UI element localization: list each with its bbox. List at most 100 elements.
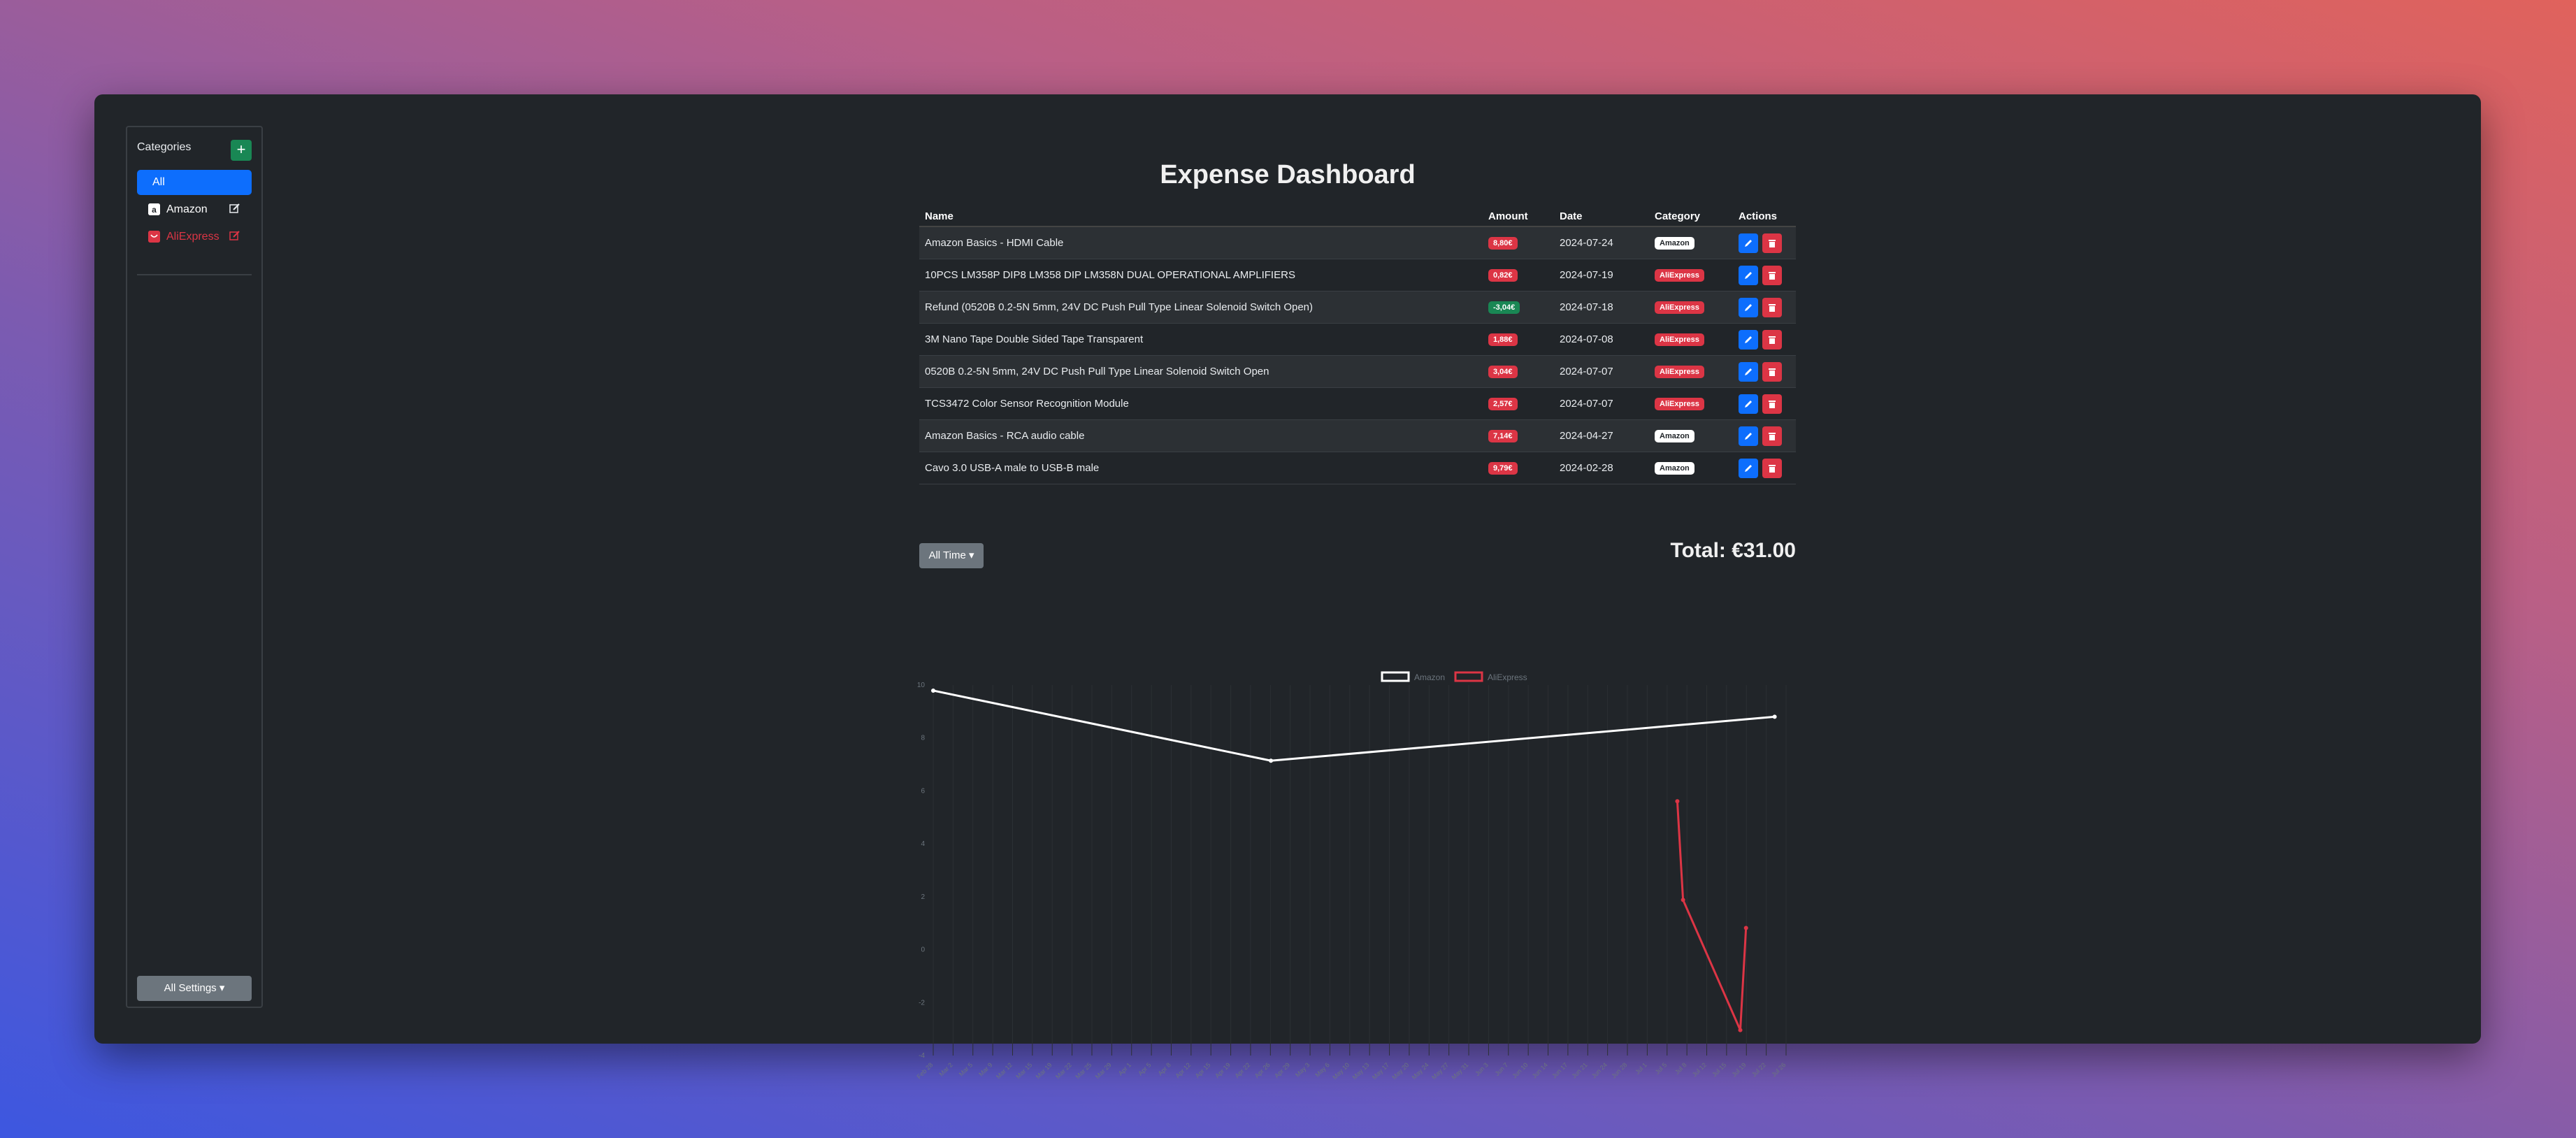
pencil-icon	[1745, 368, 1752, 375]
delete-expense-button[interactable]	[1762, 329, 1782, 350]
table-row: 0520B 0.2-5N 5mm, 24V DC Push Pull Type …	[919, 355, 1796, 388]
category-badge: AliExpress	[1655, 333, 1704, 346]
pencil-icon	[1745, 336, 1752, 343]
edit-expense-button[interactable]	[1739, 361, 1758, 382]
table-row: 10PCS LM358P DIP8 LM358 DIP LM358N DUAL …	[919, 259, 1796, 291]
pencil-icon	[1745, 432, 1752, 440]
table-row: 3M Nano Tape Double Sided Tape Transpare…	[919, 323, 1796, 356]
expense-name: 10PCS LM358P DIP8 LM358 DIP LM358N DUAL …	[919, 259, 1483, 291]
series-line	[1676, 801, 1748, 1031]
expense-actions	[1733, 355, 1796, 388]
edit-expense-button[interactable]	[1739, 329, 1758, 350]
x-tick-label: Apr 22	[1234, 1061, 1252, 1079]
x-tick-label: May 6	[1314, 1061, 1330, 1078]
x-tick-label: May 20	[1390, 1061, 1410, 1081]
expense-name: Cavo 3.0 USB-A male to USB-B male	[919, 452, 1483, 484]
sidebar-item-label: Amazon	[166, 203, 208, 215]
edit-expense-button[interactable]	[1739, 233, 1758, 253]
expense-category: AliExpress	[1649, 259, 1733, 291]
table-row: TCS3472 Color Sensor Recognition Module …	[919, 387, 1796, 420]
x-tick-label: Apr 26	[1253, 1061, 1272, 1079]
svg-text:a: a	[152, 205, 157, 215]
expense-amount: -3,04€	[1483, 291, 1554, 324]
x-tick-label: Jul 1	[1634, 1061, 1648, 1076]
edit-expense-button[interactable]	[1739, 426, 1758, 446]
x-tick-label: Mar 15	[1014, 1061, 1033, 1080]
time-range-dropdown[interactable]: All Time ▾	[919, 543, 984, 568]
trash-icon	[1769, 271, 1776, 280]
column-header-category: Category	[1649, 206, 1733, 227]
legend-label: AliExpress	[1488, 672, 1527, 682]
delete-expense-button[interactable]	[1762, 233, 1782, 253]
expense-actions	[1733, 452, 1796, 484]
x-tick-label: Mar 19	[1035, 1061, 1053, 1080]
x-tick-label: Jun 14	[1531, 1061, 1549, 1079]
category-badge: Amazon	[1655, 462, 1694, 475]
data-point	[1269, 758, 1274, 763]
y-tick-label: 4	[921, 840, 925, 848]
expense-name: Amazon Basics - RCA audio cable	[919, 419, 1483, 452]
edit-icon[interactable]	[229, 203, 240, 214]
expense-amount: 9,79€	[1483, 452, 1554, 484]
edit-expense-button[interactable]	[1739, 458, 1758, 478]
edit-icon[interactable]	[229, 230, 240, 241]
data-point	[1772, 714, 1777, 719]
x-tick-label: Jun 21	[1571, 1061, 1589, 1079]
delete-expense-button[interactable]	[1762, 426, 1782, 446]
legend-swatch	[1454, 671, 1483, 682]
expense-name: TCS3472 Color Sensor Recognition Module	[919, 387, 1483, 420]
add-category-button[interactable]: +	[231, 140, 252, 161]
delete-expense-button[interactable]	[1762, 265, 1782, 285]
expense-amount: 7,14€	[1483, 419, 1554, 452]
expense-date: 2024-07-08	[1554, 323, 1649, 356]
category-badge: AliExpress	[1655, 366, 1704, 378]
sidebar-item-label: AliExpress	[166, 231, 220, 243]
expense-actions	[1733, 323, 1796, 356]
expense-actions	[1733, 226, 1796, 259]
table-row: Amazon Basics - RCA audio cable 7,14€ 20…	[919, 419, 1796, 452]
x-tick-label: Jul 15	[1711, 1061, 1727, 1078]
x-tick-label: Mar 25	[1074, 1061, 1093, 1080]
delete-expense-button[interactable]	[1762, 458, 1782, 478]
delete-expense-button[interactable]	[1762, 297, 1782, 317]
y-tick-label: 10	[917, 682, 926, 689]
legend-swatch	[1381, 671, 1410, 682]
amount-badge: 3,04€	[1488, 366, 1518, 378]
x-tick-label: Mar 29	[1094, 1061, 1113, 1080]
expense-category: AliExpress	[1649, 323, 1733, 356]
trash-icon	[1769, 400, 1776, 408]
x-tick-label: Jun 24	[1590, 1061, 1609, 1079]
expense-date: 2024-07-19	[1554, 259, 1649, 291]
expense-category: AliExpress	[1649, 355, 1733, 388]
y-tick-label: 0	[921, 946, 925, 954]
delete-expense-button[interactable]	[1762, 394, 1782, 414]
delete-expense-button[interactable]	[1762, 361, 1782, 382]
series-line	[933, 689, 1775, 762]
x-tick-label: Jul 8	[1674, 1061, 1688, 1076]
trash-icon	[1769, 336, 1776, 344]
x-tick-label: Jul 5	[1654, 1061, 1669, 1076]
sidebar-item-amazon[interactable]: a Amazon	[137, 197, 252, 222]
table-header-row: Name Amount Date Category Actions	[919, 206, 1796, 227]
expense-actions	[1733, 259, 1796, 291]
x-tick-label: Apr 1	[1117, 1061, 1132, 1076]
x-tick-label: May 10	[1331, 1061, 1351, 1081]
edit-expense-button[interactable]	[1739, 394, 1758, 414]
x-tick-label: Apr 5	[1137, 1061, 1152, 1076]
x-tick-label: Jul 26	[1770, 1061, 1787, 1078]
pencil-icon	[1745, 271, 1752, 279]
y-tick-label: -4	[919, 1052, 925, 1060]
category-badge: AliExpress	[1655, 398, 1704, 410]
expense-name: 0520B 0.2-5N 5mm, 24V DC Push Pull Type …	[919, 355, 1483, 388]
edit-expense-button[interactable]	[1739, 297, 1758, 317]
x-tick-label: May 13	[1351, 1061, 1371, 1081]
x-tick-label: Apr 29	[1273, 1061, 1291, 1079]
all-settings-button[interactable]: All Settings ▾	[137, 976, 252, 1001]
x-tick-label: May 17	[1371, 1061, 1390, 1081]
expense-date: 2024-04-27	[1554, 419, 1649, 452]
trash-icon	[1769, 368, 1776, 376]
edit-expense-button[interactable]	[1739, 265, 1758, 285]
expense-actions	[1733, 419, 1796, 452]
sidebar-item-aliexpress[interactable]: AliExpress	[137, 224, 252, 250]
data-point	[931, 688, 935, 693]
